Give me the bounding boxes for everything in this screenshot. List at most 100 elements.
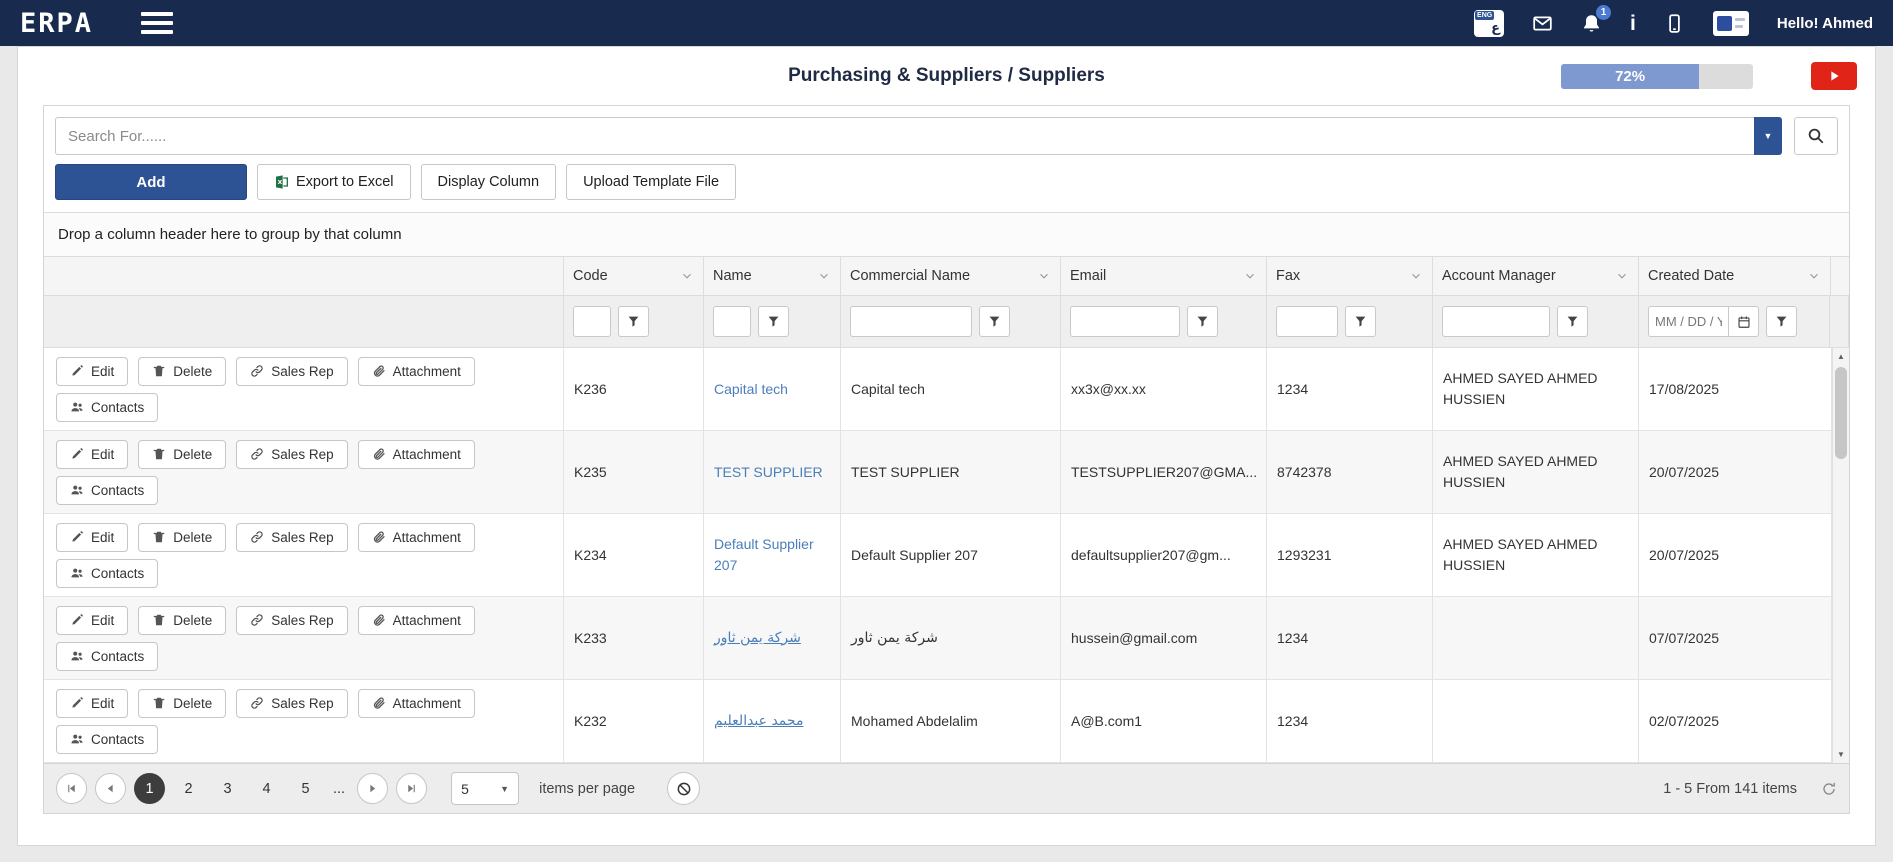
mail-icon[interactable] bbox=[1532, 13, 1553, 34]
edit-button[interactable]: Edit bbox=[56, 440, 128, 469]
column-menu-icon[interactable] bbox=[1615, 269, 1629, 283]
erpa-logo[interactable]: ERPA bbox=[20, 8, 93, 39]
column-header-account-manager[interactable]: Account Manager bbox=[1433, 257, 1639, 295]
supplier-name-link[interactable]: Default Supplier 207 bbox=[714, 534, 830, 576]
search-dropdown-button[interactable]: ▼ bbox=[1754, 117, 1782, 155]
edit-button[interactable]: Edit bbox=[56, 523, 128, 552]
column-header-commercial-name[interactable]: Commercial Name bbox=[841, 257, 1061, 295]
cell-account-manager bbox=[1433, 597, 1639, 679]
next-page-button[interactable] bbox=[357, 773, 388, 804]
page-button-1[interactable]: 1 bbox=[134, 773, 165, 804]
cell-fax: 1234 bbox=[1267, 680, 1433, 762]
scroll-up-icon[interactable]: ▲ bbox=[1833, 348, 1849, 365]
contacts-button[interactable]: Contacts bbox=[56, 393, 158, 422]
column-menu-icon[interactable] bbox=[1037, 269, 1051, 283]
name-filter-input[interactable] bbox=[713, 306, 751, 337]
scroll-down-icon[interactable]: ▼ bbox=[1833, 746, 1849, 763]
column-menu-icon[interactable] bbox=[817, 269, 831, 283]
column-header-email[interactable]: Email bbox=[1061, 257, 1267, 295]
cancel-changes-button[interactable] bbox=[667, 772, 700, 805]
commercial-name-filter-button[interactable] bbox=[979, 306, 1010, 337]
language-switcher[interactable]: ENG ع bbox=[1474, 10, 1504, 37]
column-header-name[interactable]: Name bbox=[704, 257, 841, 295]
video-tutorial-button[interactable] bbox=[1811, 62, 1857, 90]
scrollbar-thumb[interactable] bbox=[1835, 367, 1847, 459]
account-manager-filter-input[interactable] bbox=[1442, 306, 1550, 337]
user-avatar[interactable] bbox=[1713, 11, 1749, 36]
date-picker-button[interactable] bbox=[1728, 306, 1759, 337]
info-icon[interactable]: i bbox=[1630, 13, 1636, 34]
search-button[interactable] bbox=[1794, 117, 1838, 155]
page-ellipsis[interactable]: ... bbox=[329, 781, 349, 797]
contacts-button[interactable]: Contacts bbox=[56, 559, 158, 588]
cell-commercial-name: Default Supplier 207 bbox=[841, 514, 1061, 596]
created-date-filter-input[interactable] bbox=[1648, 306, 1728, 337]
hamburger-menu-icon[interactable] bbox=[137, 3, 177, 43]
delete-button[interactable]: Delete bbox=[138, 357, 226, 386]
column-header-created-date[interactable]: Created Date bbox=[1639, 257, 1831, 295]
sales-rep-button[interactable]: Sales Rep bbox=[236, 689, 347, 718]
email-filter-button[interactable] bbox=[1187, 306, 1218, 337]
table-row: Edit Delete Sales Rep Attachment Contact… bbox=[44, 597, 1832, 680]
previous-page-button[interactable] bbox=[95, 773, 126, 804]
created-date-filter-button[interactable] bbox=[1766, 306, 1797, 337]
page-button-4[interactable]: 4 bbox=[251, 773, 282, 804]
column-menu-icon[interactable] bbox=[680, 269, 694, 283]
fax-filter-button[interactable] bbox=[1345, 306, 1376, 337]
code-filter-input[interactable] bbox=[573, 306, 611, 337]
delete-button[interactable]: Delete bbox=[138, 606, 226, 635]
column-header-fax[interactable]: Fax bbox=[1267, 257, 1433, 295]
column-header-code[interactable]: Code bbox=[564, 257, 704, 295]
export-to-excel-button[interactable]: Export to Excel bbox=[257, 164, 411, 200]
supplier-name-link[interactable]: Capital tech bbox=[714, 379, 788, 400]
sales-rep-button[interactable]: Sales Rep bbox=[236, 440, 347, 469]
attachment-button[interactable]: Attachment bbox=[358, 357, 475, 386]
supplier-name-link[interactable]: محمد عبدالعليم bbox=[714, 711, 803, 732]
supplier-name-link[interactable]: TEST SUPPLIER bbox=[714, 462, 823, 483]
name-filter-button[interactable] bbox=[758, 306, 789, 337]
attachment-button[interactable]: Attachment bbox=[358, 606, 475, 635]
attachment-button[interactable]: Attachment bbox=[358, 523, 475, 552]
delete-button[interactable]: Delete bbox=[138, 440, 226, 469]
sales-rep-button[interactable]: Sales Rep bbox=[236, 357, 347, 386]
edit-button[interactable]: Edit bbox=[56, 689, 128, 718]
sales-rep-button[interactable]: Sales Rep bbox=[236, 523, 347, 552]
edit-button[interactable]: Edit bbox=[56, 357, 128, 386]
display-column-button[interactable]: Display Column bbox=[421, 164, 557, 200]
column-menu-icon[interactable] bbox=[1807, 269, 1821, 283]
contacts-button[interactable]: Contacts bbox=[56, 642, 158, 671]
contacts-button[interactable]: Contacts bbox=[56, 725, 158, 754]
page-button-3[interactable]: 3 bbox=[212, 773, 243, 804]
vertical-scrollbar[interactable]: ▲ ▼ bbox=[1832, 348, 1849, 763]
upload-template-file-button[interactable]: Upload Template File bbox=[566, 164, 736, 200]
add-button[interactable]: Add bbox=[55, 164, 247, 200]
users-icon bbox=[70, 483, 84, 497]
cell-code: K233 bbox=[564, 597, 704, 679]
edit-button[interactable]: Edit bbox=[56, 606, 128, 635]
code-filter-button[interactable] bbox=[618, 306, 649, 337]
mobile-app-icon[interactable] bbox=[1664, 13, 1685, 34]
fax-filter-input[interactable] bbox=[1276, 306, 1338, 337]
group-drop-area[interactable]: Drop a column header here to group by th… bbox=[44, 212, 1849, 257]
page-size-select[interactable]: 5 ▼ bbox=[451, 772, 519, 805]
last-page-button[interactable] bbox=[396, 773, 427, 804]
column-menu-icon[interactable] bbox=[1243, 269, 1257, 283]
sales-rep-button[interactable]: Sales Rep bbox=[236, 606, 347, 635]
first-page-button[interactable] bbox=[56, 773, 87, 804]
page-button-2[interactable]: 2 bbox=[173, 773, 204, 804]
attachment-button[interactable]: Attachment bbox=[358, 440, 475, 469]
email-filter-input[interactable] bbox=[1070, 306, 1180, 337]
scrollbar-track[interactable] bbox=[1833, 365, 1849, 746]
search-input[interactable] bbox=[55, 117, 1754, 155]
attachment-button[interactable]: Attachment bbox=[358, 689, 475, 718]
refresh-button[interactable] bbox=[1821, 781, 1837, 797]
column-menu-icon[interactable] bbox=[1409, 269, 1423, 283]
account-manager-filter-button[interactable] bbox=[1557, 306, 1588, 337]
delete-button[interactable]: Delete bbox=[138, 689, 226, 718]
delete-button[interactable]: Delete bbox=[138, 523, 226, 552]
contacts-button[interactable]: Contacts bbox=[56, 476, 158, 505]
page-button-5[interactable]: 5 bbox=[290, 773, 321, 804]
supplier-name-link[interactable]: شركة يمن ثاور bbox=[714, 628, 801, 649]
commercial-name-filter-input[interactable] bbox=[850, 306, 972, 337]
notifications-bell-icon[interactable]: 1 bbox=[1581, 13, 1602, 34]
